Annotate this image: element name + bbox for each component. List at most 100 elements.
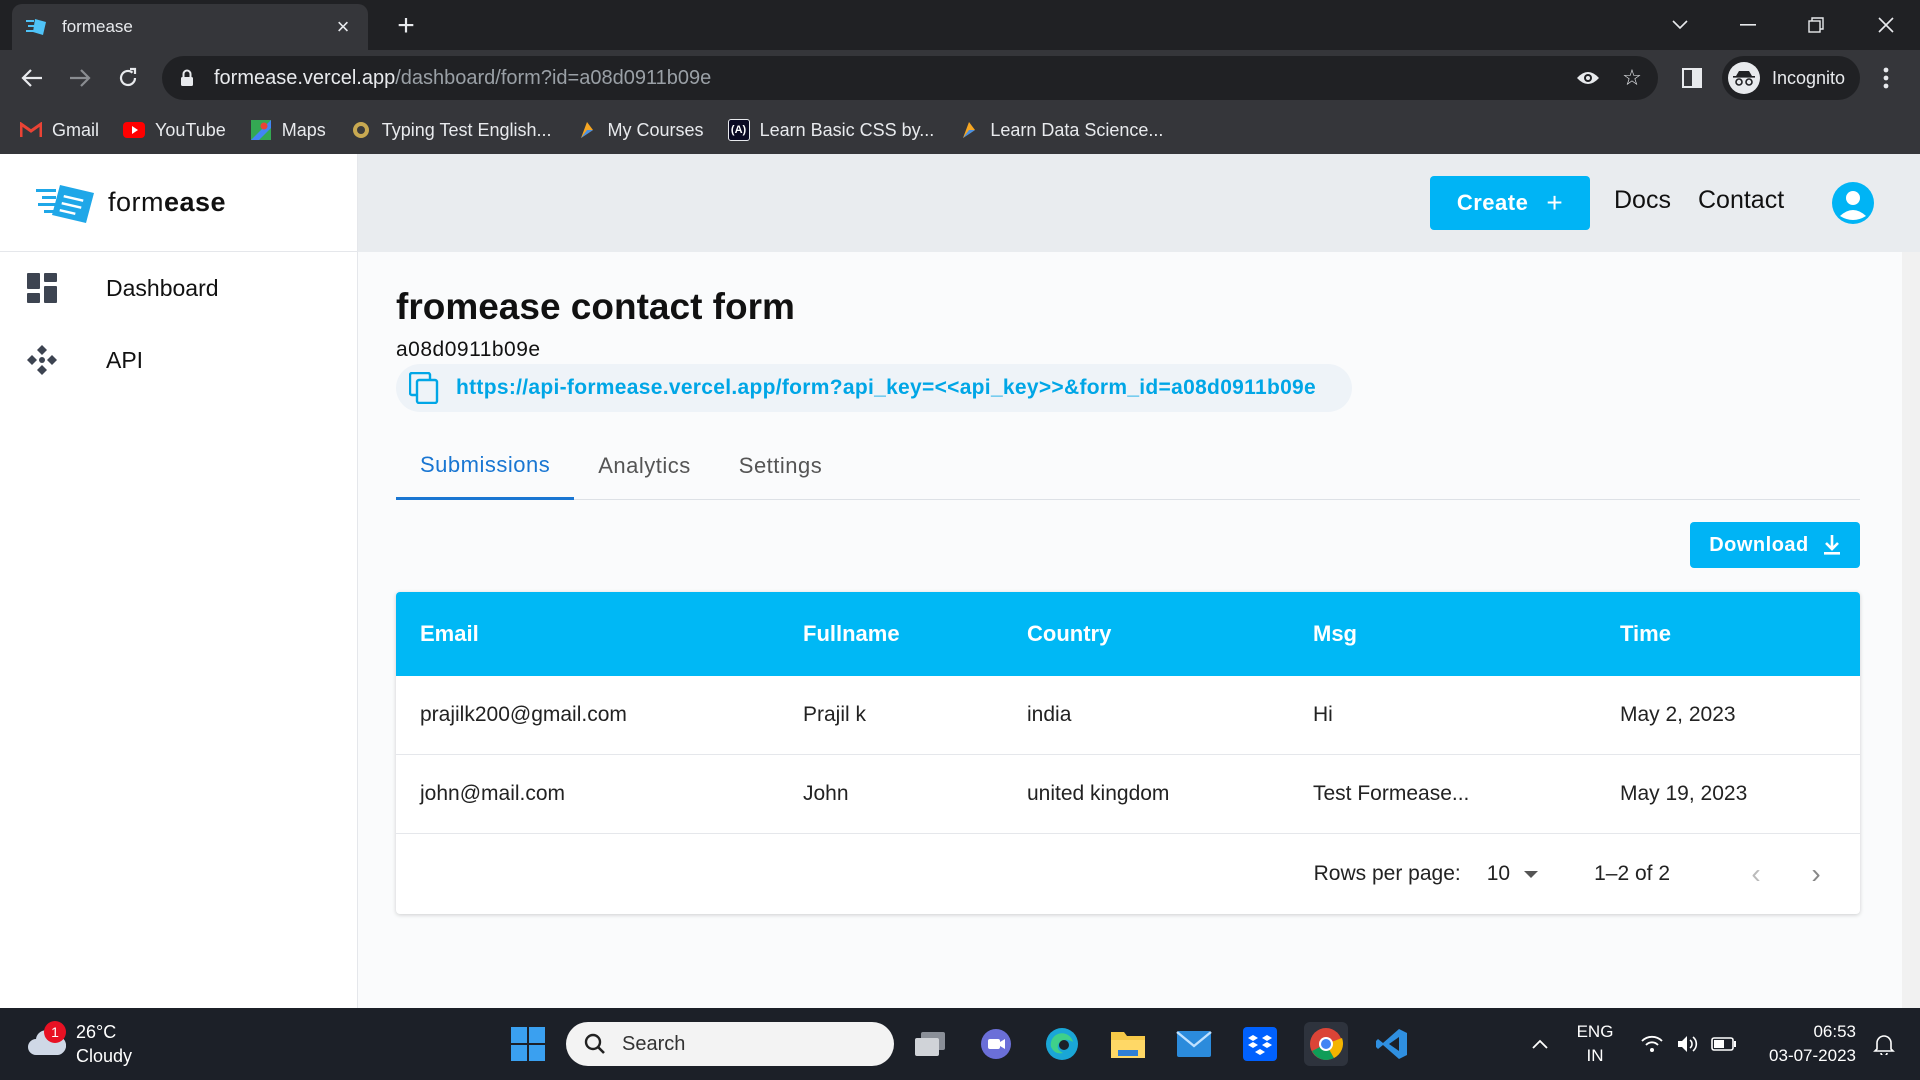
column-header-msg[interactable]: Msg xyxy=(1289,621,1596,647)
api-url-pill[interactable]: https://api-formease.vercel.app/form?api… xyxy=(396,364,1352,412)
sidebar-item-dashboard[interactable]: Dashboard xyxy=(0,252,357,324)
weather-desc: Cloudy xyxy=(76,1046,133,1066)
vscode-icon[interactable] xyxy=(1370,1022,1414,1066)
mail-icon[interactable] xyxy=(1172,1022,1216,1066)
url-host: formease.vercel.app xyxy=(214,66,396,89)
cell-msg: Hi xyxy=(1313,703,1333,726)
address-bar[interactable]: formease.vercel.app/dashboard/form?id=a0… xyxy=(162,56,1658,100)
user-avatar-icon[interactable] xyxy=(1832,182,1874,224)
bookmark-star-icon[interactable]: ☆ xyxy=(1614,60,1650,96)
lock-icon[interactable] xyxy=(180,69,198,87)
bookmark-label: My Courses xyxy=(607,119,704,140)
windows-start-icon[interactable] xyxy=(506,1022,550,1066)
browser-chrome: formease × + formease.vercel.app /dashbo… xyxy=(0,0,1920,154)
url-path: /dashboard/form?id=a08d0911b09e xyxy=(395,66,712,89)
typing-test-icon xyxy=(350,119,372,141)
form-tabs: Submissions Analytics Settings xyxy=(396,432,1860,500)
windows-taskbar: 1 26°C Cloudy Search ENG IN 06:53 03-07-… xyxy=(0,1008,1920,1080)
new-tab-icon[interactable]: + xyxy=(390,9,422,42)
dropbox-icon[interactable] xyxy=(1238,1022,1282,1066)
brand[interactable]: formease xyxy=(0,154,357,252)
incognito-icon xyxy=(1728,62,1760,94)
edge-icon[interactable] xyxy=(1040,1022,1084,1066)
tab-strip: formease × + xyxy=(0,0,1920,50)
teams-chat-icon[interactable] xyxy=(974,1022,1018,1066)
tab-search-chevron-icon[interactable] xyxy=(1660,8,1700,42)
bookmark-gmail[interactable]: Gmail xyxy=(20,119,99,141)
reload-icon[interactable] xyxy=(110,60,146,96)
bookmark-label: Gmail xyxy=(52,119,100,140)
column-header-country[interactable]: Country xyxy=(1003,621,1289,647)
next-page-icon[interactable]: › xyxy=(1800,858,1832,890)
search-placeholder: Search xyxy=(622,1032,686,1055)
incognito-label: Incognito xyxy=(1772,67,1846,88)
notification-center-icon[interactable] xyxy=(1862,1022,1906,1066)
input-language[interactable]: ENG IN xyxy=(1574,1020,1616,1068)
side-panel-icon[interactable] xyxy=(1674,60,1710,96)
sidebar-item-label: Dashboard xyxy=(106,274,219,301)
contact-link[interactable]: Contact xyxy=(1698,186,1784,215)
bookmark-label: Learn Data Science... xyxy=(990,119,1164,140)
restore-icon[interactable] xyxy=(1796,8,1836,42)
task-view-icon[interactable] xyxy=(908,1022,952,1066)
bookmark-label: YouTube xyxy=(155,119,226,140)
tab-analytics[interactable]: Analytics xyxy=(574,432,715,500)
maps-icon xyxy=(250,119,272,141)
taskbar-clock[interactable]: 06:53 03-07-2023 xyxy=(1756,1020,1856,1068)
previous-page-icon[interactable]: ‹ xyxy=(1740,858,1772,890)
rows-per-page-select[interactable]: 10 xyxy=(1486,862,1539,886)
column-header-email[interactable]: Email xyxy=(396,621,779,647)
tray-chevron-up-icon[interactable] xyxy=(1518,1022,1562,1066)
sidebar-item-label: API xyxy=(106,346,144,373)
bookmark-data-science[interactable]: Learn Data Science... xyxy=(958,119,1163,141)
browser-menu-icon[interactable] xyxy=(1868,60,1904,96)
column-header-time[interactable]: Time xyxy=(1596,621,1860,647)
brand-name-bold: ease xyxy=(164,187,227,217)
bookmarks-bar: Gmail YouTube Maps Typing Test English..… xyxy=(0,106,1920,154)
docs-link[interactable]: Docs xyxy=(1614,186,1671,215)
plus-icon: + xyxy=(1546,187,1564,218)
cell-time: May 19, 2023 xyxy=(1620,782,1748,805)
forward-icon[interactable] xyxy=(62,60,98,96)
close-window-icon[interactable] xyxy=(1866,8,1906,42)
lang-bottom: IN xyxy=(1586,1046,1604,1065)
tracking-eye-icon[interactable] xyxy=(1570,60,1606,96)
close-tab-icon[interactable]: × xyxy=(332,14,354,39)
battery-icon[interactable] xyxy=(1702,1022,1746,1066)
tab-title: formease xyxy=(62,17,133,36)
taskbar-search[interactable]: Search xyxy=(566,1022,894,1066)
download-label: Download xyxy=(1709,533,1809,556)
tab-submissions[interactable]: Submissions xyxy=(396,432,575,500)
chrome-icon[interactable] xyxy=(1304,1022,1348,1066)
incognito-profile[interactable]: Incognito xyxy=(1722,56,1860,100)
sidebar-item-api[interactable]: API xyxy=(0,324,357,396)
rows-per-page-label: Rows per page: xyxy=(1313,862,1461,885)
file-explorer-icon[interactable] xyxy=(1106,1022,1150,1066)
copy-icon[interactable] xyxy=(408,371,440,405)
tab-settings[interactable]: Settings xyxy=(715,432,847,500)
cell-time: May 2, 2023 xyxy=(1620,703,1736,726)
form-id: a08d0911b09e xyxy=(396,338,541,361)
rows-per-page-value: 10 xyxy=(1486,862,1511,885)
table-row[interactable]: john@mail.com John united kingdom Test F… xyxy=(396,755,1860,834)
cell-fullname: John xyxy=(803,782,849,805)
weather-widget[interactable]: 1 26°C Cloudy xyxy=(26,1020,132,1068)
youtube-icon xyxy=(123,119,146,141)
download-button[interactable]: Download xyxy=(1690,522,1860,568)
bookmark-label: Typing Test English... xyxy=(381,119,552,140)
bookmark-youtube[interactable]: YouTube xyxy=(123,119,226,141)
brand-name: formease xyxy=(108,187,226,218)
bookmark-typing-test[interactable]: Typing Test English... xyxy=(350,119,552,141)
bookmark-css[interactable]: (A) Learn Basic CSS by... xyxy=(727,119,934,141)
bookmark-my-courses[interactable]: My Courses xyxy=(576,119,704,141)
search-icon xyxy=(584,1033,606,1055)
browser-tab[interactable]: formease × xyxy=(12,4,368,50)
scrollbar[interactable] xyxy=(1902,252,1920,1008)
back-icon[interactable] xyxy=(14,60,50,96)
download-icon xyxy=(1823,534,1841,556)
bookmark-maps[interactable]: Maps xyxy=(250,119,326,141)
table-row[interactable]: prajilk200@gmail.com Prajil k india Hi M… xyxy=(396,676,1860,755)
column-header-fullname[interactable]: Fullname xyxy=(779,621,1003,647)
create-button[interactable]: Create + xyxy=(1430,176,1590,230)
minimize-icon[interactable] xyxy=(1728,8,1768,42)
